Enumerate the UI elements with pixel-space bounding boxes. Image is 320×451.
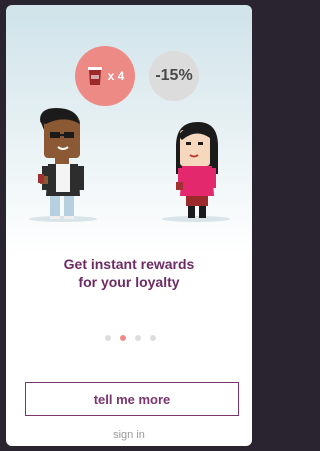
headline-line-2: for your loyalty <box>78 274 180 290</box>
woman-character <box>176 122 218 218</box>
man-character <box>38 108 84 219</box>
coffee-cup-icon <box>87 67 102 85</box>
carousel-dot-active[interactable] <box>120 335 126 341</box>
discount-badge: -15% <box>149 51 199 101</box>
onboarding-card: x 4 -15% Get instant rewards for your lo… <box>6 5 252 446</box>
people-illustration <box>29 108 230 222</box>
sign-in-link[interactable]: sign in <box>6 429 252 441</box>
shadow-left <box>29 216 97 222</box>
shadow-right <box>162 216 230 222</box>
carousel-dot[interactable] <box>150 335 156 341</box>
tell-me-more-button[interactable]: tell me more <box>25 382 239 416</box>
headline-line-1: Get instant rewards <box>63 256 195 272</box>
headline: Get instant rewards for your loyalty <box>6 255 252 291</box>
carousel-dot[interactable] <box>105 335 111 341</box>
cup-multiplier: x 4 <box>107 69 125 83</box>
coffee-reward-badge: x 4 <box>75 46 135 106</box>
carousel-dot[interactable] <box>135 335 141 341</box>
carousel-dots <box>105 335 156 341</box>
